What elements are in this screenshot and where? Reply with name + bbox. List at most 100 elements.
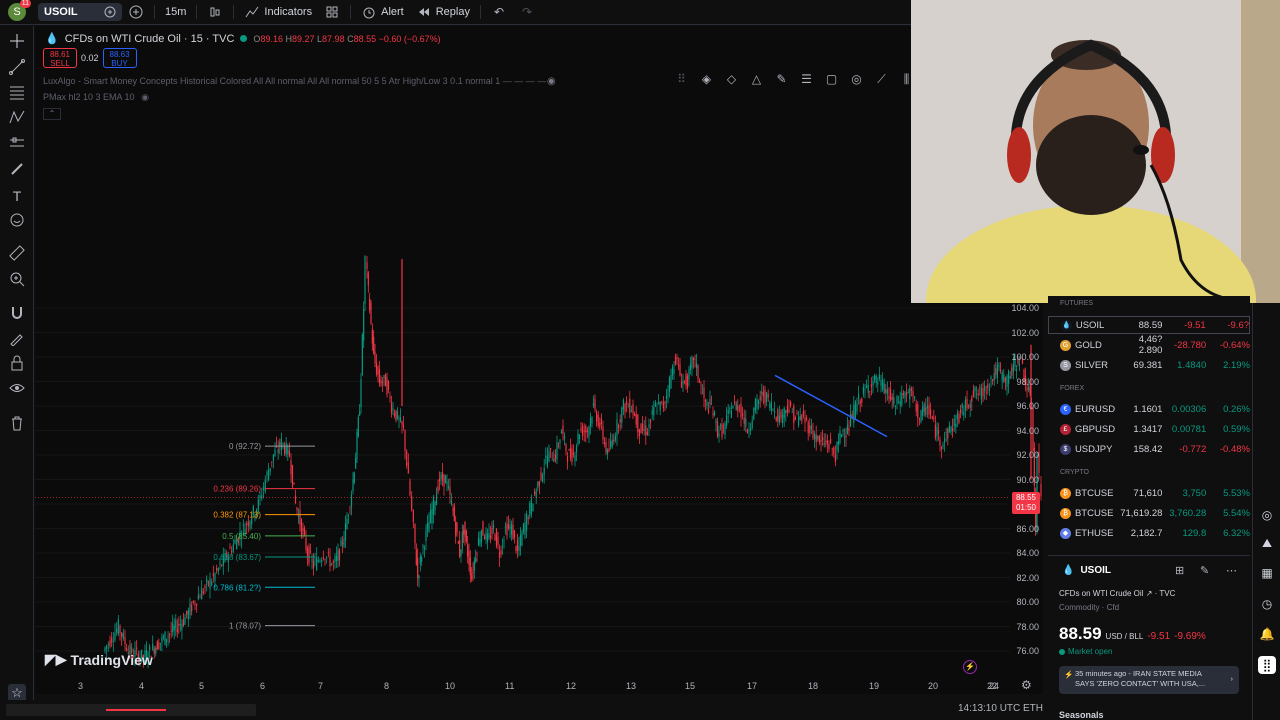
- stay-drawing-tool[interactable]: [8, 331, 26, 349]
- utc-time[interactable]: 14:13:10 UTC: [958, 703, 1020, 714]
- seasonals-heading[interactable]: Seasonals: [1059, 710, 1104, 720]
- measure-tool[interactable]: [8, 244, 26, 264]
- chart-up-icon[interactable]: ⛰: [1258, 534, 1276, 552]
- path-icon[interactable]: ⟋: [872, 70, 891, 89]
- lock-tool[interactable]: [8, 355, 26, 374]
- crosshair-tool[interactable]: [8, 33, 26, 52]
- watchlist-row[interactable]: $ USDJPY 158.42 -0.772 -0.48%: [1048, 440, 1250, 458]
- legend-title[interactable]: CFDs on WTI Crude Oil · 15 · TVC: [65, 33, 235, 45]
- layouts-button[interactable]: [318, 2, 346, 22]
- text-tool[interactable]: T: [8, 187, 26, 205]
- watchlist-change-pct: -9.6?: [1227, 319, 1250, 331]
- replay-button[interactable]: Replay: [410, 2, 476, 22]
- candle-body: [455, 521, 457, 536]
- compare-button[interactable]: [122, 2, 150, 22]
- target-icon[interactable]: ◎: [847, 70, 866, 89]
- chart-pane[interactable]: 0 (92.72) 0.236 (89.26) 0.382 (87.13) 0.5 (…: [35, 26, 1043, 694]
- watchlist-last: 158.42: [1133, 443, 1163, 455]
- brush-icon[interactable]: ✎: [772, 70, 791, 89]
- details-name[interactable]: CFDs on WTI Crude Oil: [1059, 589, 1143, 598]
- interval-button[interactable]: 15m: [159, 2, 192, 22]
- watchlist-row[interactable]: £ GBPUSD 1.3417 0.00781 0.59%: [1048, 420, 1250, 438]
- smiley-icon: [9, 212, 25, 233]
- diamond-icon[interactable]: ◇: [722, 70, 741, 89]
- emoji-tool[interactable]: [8, 213, 26, 231]
- buy-button[interactable]: 88.63 BUY: [102, 48, 137, 68]
- more-icon[interactable]: ⋯: [1226, 564, 1237, 577]
- undo-button[interactable]: ↶: [485, 2, 513, 22]
- brush-tool[interactable]: [8, 162, 26, 180]
- watchlist-row[interactable]: € EURUSD 1.1601 0.00306 0.26%: [1048, 400, 1250, 418]
- zoom-tool[interactable]: [8, 272, 26, 290]
- triangle-icon[interactable]: △: [747, 70, 766, 89]
- eye-icon[interactable]: ◉: [547, 76, 556, 87]
- collapse-legend-button[interactable]: ⌃: [43, 108, 61, 120]
- currency-label[interactable]: ETH: [1023, 703, 1043, 714]
- watchlist-row[interactable]: ◆ ETHUSE 2,182.7 129.8 6.32%: [1048, 524, 1250, 542]
- candle-body: [880, 379, 882, 386]
- watchlist-row[interactable]: S SILVER 69.381 1.4840 2.19%: [1048, 356, 1250, 374]
- eye-icon[interactable]: ◈: [697, 70, 716, 89]
- chart-canvas[interactable]: 0 (92.72) 0.236 (89.26) 0.382 (87.13) 0.5 (…: [35, 26, 1043, 694]
- watchlist-row[interactable]: ₿ BTCUSE 71,619.28 3,760.28 5.54%: [1048, 504, 1250, 522]
- details-exchange[interactable]: TVC: [1159, 589, 1175, 598]
- candle-body: [682, 381, 684, 384]
- price-tick: 104.00: [1011, 303, 1039, 313]
- menu-lines-icon[interactable]: ☰: [797, 70, 816, 89]
- section-futures[interactable]: FUTURES: [1060, 300, 1093, 307]
- section-crypto[interactable]: CRYPTO: [1060, 469, 1089, 476]
- indicator-legend-pmax[interactable]: PMax hl2 10 3 EMA 10 ◉: [43, 92, 149, 103]
- candle-body: [302, 528, 304, 531]
- candle-body: [314, 559, 316, 561]
- delete-tool[interactable]: [8, 416, 26, 434]
- candle-body: [300, 519, 303, 536]
- time-axis[interactable]: 3 4 5 6 7 8 10 11 12 13 15 17 18 19 20 22 24: [35, 676, 1043, 694]
- watchlist-row[interactable]: 💧 USOIL 88.59 -9.51 -9.6?: [1048, 316, 1250, 334]
- apps-grid-icon[interactable]: ⣿: [1258, 656, 1276, 674]
- clock-icon[interactable]: ◷: [1258, 595, 1276, 613]
- watchlist-symbol: GBPUSD: [1074, 423, 1116, 435]
- symbol-search[interactable]: USOIL: [38, 3, 122, 21]
- media-progress[interactable]: [106, 709, 166, 711]
- pattern-tool[interactable]: [8, 110, 26, 128]
- hide-tool[interactable]: [8, 381, 26, 399]
- candle-body: [984, 385, 986, 391]
- tradingview-logo[interactable]: ◤▶ TradingView: [45, 651, 153, 668]
- indicator-legend-smc[interactable]: LuxAlgo - Smart Money Concepts Historica…: [43, 76, 563, 86]
- indicators-button[interactable]: Indicators: [238, 2, 318, 22]
- redo-button[interactable]: ↷: [513, 2, 541, 22]
- forecast-tool[interactable]: [8, 136, 26, 154]
- trendline-tool[interactable]: [8, 58, 26, 78]
- media-controls[interactable]: [6, 704, 256, 716]
- watchlist-row[interactable]: G GOLD 4,46?2.890 -28.780 -0.64%: [1048, 334, 1250, 356]
- candle-body: [211, 581, 213, 585]
- layout-icon[interactable]: ⊞: [1175, 564, 1184, 577]
- candle-body: [695, 362, 698, 369]
- rectangle-icon[interactable]: ▢: [822, 70, 841, 89]
- magnet-tool[interactable]: [8, 306, 26, 324]
- settings-gear-icon[interactable]: ⚙: [1021, 678, 1032, 692]
- user-avatar[interactable]: S 11: [8, 0, 31, 21]
- chart-type-button[interactable]: [201, 2, 229, 22]
- candle-body: [492, 524, 495, 529]
- candle-body: [495, 529, 498, 547]
- section-forex[interactable]: FOREX: [1060, 385, 1084, 392]
- target-icon[interactable]: ◎: [1258, 506, 1276, 524]
- lightning-icon[interactable]: ⚡: [963, 660, 977, 674]
- drag-handle-icon[interactable]: ⠿: [672, 70, 691, 89]
- candle-body: [698, 380, 701, 383]
- bell-icon[interactable]: 🔔: [1258, 625, 1276, 643]
- details-symbol[interactable]: USOIL: [1080, 565, 1111, 576]
- calendar-icon[interactable]: ▦: [1258, 564, 1276, 582]
- candle-body: [907, 392, 909, 393]
- alert-button[interactable]: Alert: [355, 2, 410, 22]
- sell-button[interactable]: 88.61 SELL: [43, 48, 77, 68]
- candle-body: [618, 424, 620, 428]
- watchlist-change: 3,760.28: [1169, 507, 1207, 519]
- external-link-icon[interactable]: ↗: [1146, 589, 1155, 598]
- edit-icon[interactable]: ✎: [1200, 564, 1209, 577]
- fib-tool[interactable]: [8, 85, 26, 103]
- news-card[interactable]: ⚡ 35 minutes ago - IRAN STATE MEDIA SAYS…: [1059, 666, 1239, 694]
- watchlist-row[interactable]: ₿ BTCUSE 71,610 3,750 5.53%: [1048, 484, 1250, 502]
- candle-body: [677, 365, 680, 367]
